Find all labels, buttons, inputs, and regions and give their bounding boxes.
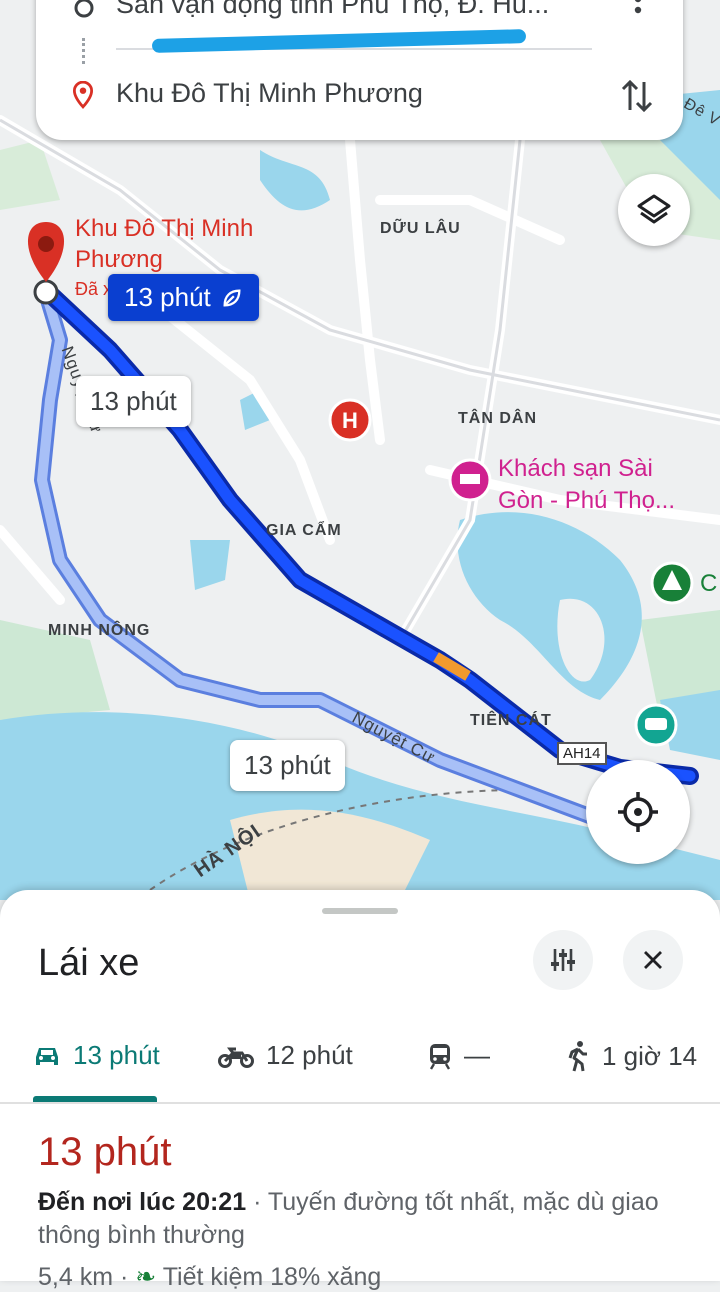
separator-dot: · [119,1263,136,1291]
route-options-button[interactable] [533,930,593,990]
park-label: C [700,570,718,597]
sheet-title: Lái xe [38,942,140,984]
route-time-text: 13 phút [124,282,211,312]
close-button[interactable] [623,930,683,990]
mode-tab-walk[interactable]: 1 giờ 14 [566,1040,697,1072]
mode-label: 1 giờ 14 [602,1040,698,1071]
attraction-icon [634,703,678,747]
hotel-label[interactable]: Khách sạn Sài Gòn - Phú Thọ... [498,453,703,517]
motorbike-icon [218,1047,254,1068]
hotel-icon [448,458,492,502]
close-icon [644,951,662,969]
my-location-button[interactable] [586,760,690,864]
mode-tab-motorbike[interactable]: 12 phút [218,1040,353,1071]
drag-handle[interactable] [322,908,398,914]
car-icon [36,1047,58,1065]
directions-search-card: Sân vận động tỉnh Phú Thọ, Đ. Hù... Khu … [36,0,683,140]
route-distance: 5,4 km [38,1263,114,1291]
arrival-time: Đến nơi lúc 20:21 [38,1188,247,1216]
mode-tab-car[interactable]: 13 phút [33,1040,160,1071]
area-label: DỮU LÂU [380,220,461,237]
crosshair-icon [618,792,658,832]
tabs-divider [0,1102,720,1104]
destination-label[interactable]: Khu Đô Thị Minh Phương [75,213,255,275]
destination-pin-icon [72,81,94,109]
area-label: MINH NÔNG [48,622,151,639]
origin-circle-icon [74,0,94,18]
route-duration: 13 phút [38,1130,172,1174]
origin-input[interactable]: Sân vận động tỉnh Phú Thọ, Đ. Hù... [116,0,586,20]
svg-text:H: H [342,408,358,433]
hospital-icon: H [328,398,372,442]
mode-label: 13 phút [73,1040,160,1070]
layers-button[interactable] [618,174,690,246]
mode-label: — [464,1040,490,1070]
route-connector [82,38,89,64]
mode-label: 12 phút [266,1040,353,1070]
route-time-alt[interactable]: 13 phút [76,376,191,427]
route-stats: 5,4 km · ❧ Tiết kiệm 18% xăng [38,1262,381,1292]
walk-icon [568,1041,587,1072]
area-label: GIA CẨM [266,522,342,539]
route-time-alt[interactable]: 13 phút [230,740,345,791]
destination-sublabel: Đã x [75,279,113,299]
eco-leaf-icon [223,289,241,306]
destination-input[interactable]: Khu Đô Thị Minh Phương [116,78,423,109]
fuel-savings: Tiết kiệm 18% xăng [162,1263,382,1291]
tune-icon [551,949,575,971]
area-label: TÂN DÂN [458,410,537,427]
area-label: TIÊN CÁT [470,712,552,729]
directions-bottom-sheet[interactable]: Lái xe 13 phút 12 phút — 1 giờ 14 13 phú… [0,890,720,1291]
road-shield: AH14 [557,742,607,765]
swap-icon[interactable] [620,76,654,116]
layers-icon [637,194,671,224]
mode-tab-transit[interactable]: — [428,1040,490,1071]
route-time-selected[interactable]: 13 phút [108,274,259,321]
park-icon [650,561,694,605]
route-description: Đến nơi lúc 20:21 · Tuyến đường tốt nhất… [38,1186,688,1252]
eco-leaf-icon: ❧ [135,1263,157,1291]
more-options-icon[interactable] [626,0,650,25]
train-icon [429,1043,451,1070]
